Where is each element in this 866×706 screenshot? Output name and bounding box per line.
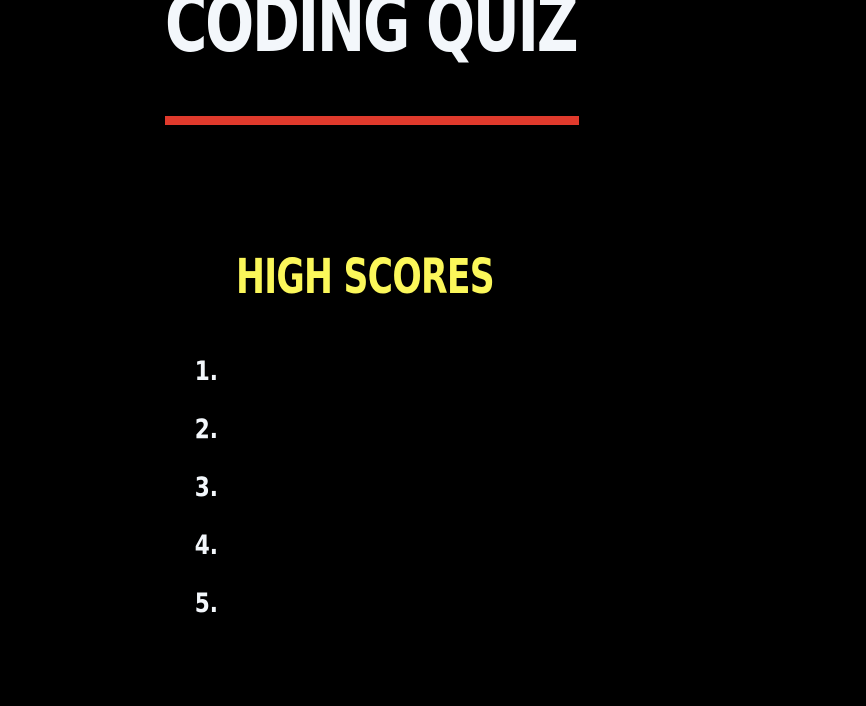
score-rank: 4. [194, 530, 218, 561]
high-scores-list: 1. 2. 3. 4. 5. [170, 343, 570, 633]
score-row-5: 5. [170, 575, 570, 633]
score-row-1: 1. [170, 343, 570, 401]
score-rank: 2. [194, 414, 218, 445]
score-rank: 3. [194, 472, 218, 503]
title-underline [165, 116, 579, 125]
score-rank: 5. [194, 588, 218, 619]
quiz-page: CODING QUIZ HIGH SCORES 1. 2. 3. 4. 5. [0, 0, 866, 706]
score-rank: 1. [194, 356, 218, 387]
page-title: CODING QUIZ [165, 0, 579, 70]
score-row-4: 4. [170, 517, 570, 575]
score-row-2: 2. [170, 401, 570, 459]
score-row-3: 3. [170, 459, 570, 517]
high-scores-heading: HIGH SCORES [236, 249, 495, 305]
